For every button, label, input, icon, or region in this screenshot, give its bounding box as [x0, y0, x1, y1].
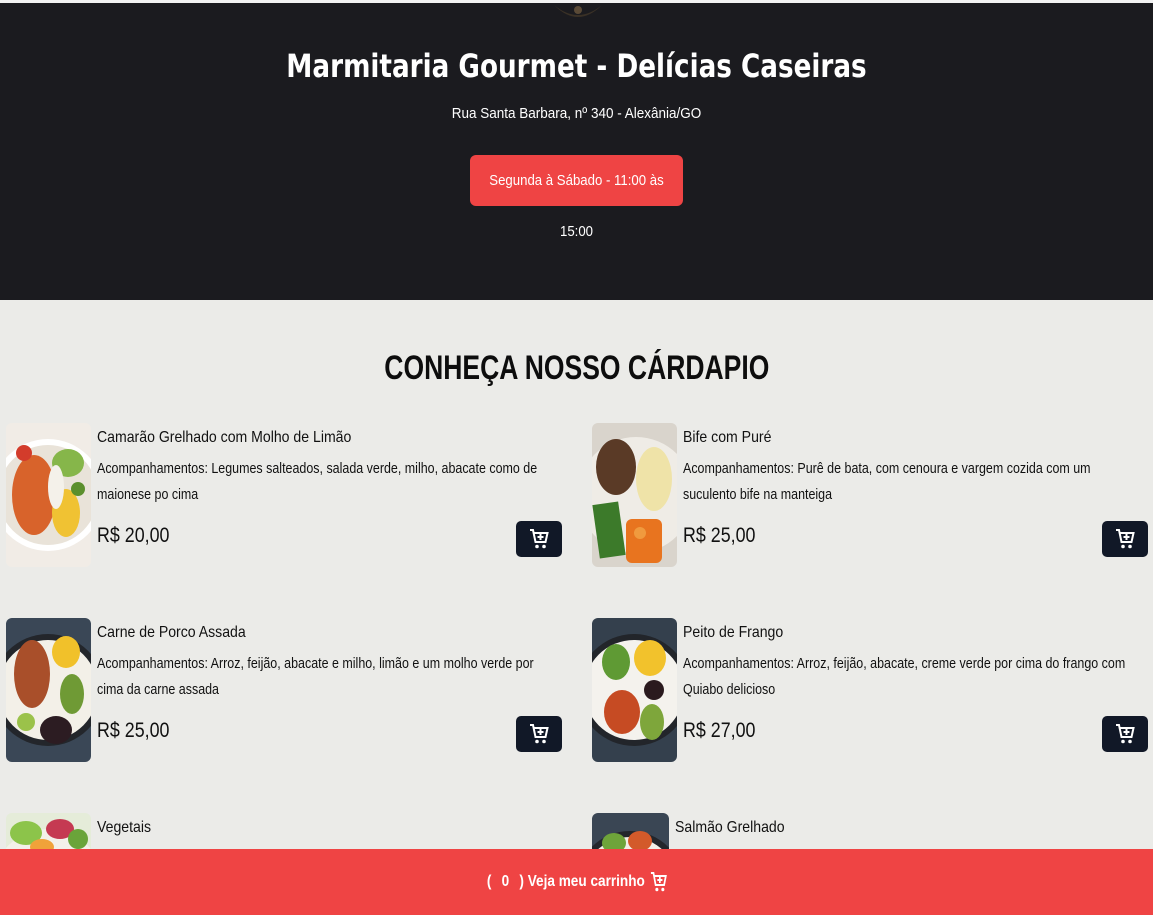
cart-count: 0	[501, 873, 509, 890]
dish-description: Acompanhamentos: Legumes salteados, sala…	[97, 461, 538, 503]
cart-plus-icon	[530, 724, 549, 744]
dish-price: R$ 25,00	[97, 719, 170, 742]
menu-title-text: CONHEÇA NOSSO CÁRDAPIO	[383, 349, 770, 387]
dish-name: Salmão Grelhado	[675, 819, 785, 836]
dish-description: Acompanhamentos: Arroz, feijão, abacate …	[97, 656, 534, 698]
dish-name: Carne de Porco Assada	[97, 624, 246, 641]
add-to-cart-button[interactable]	[516, 521, 562, 557]
dish-image	[592, 423, 677, 567]
dish-description: Acompanhamentos: Arroz, feijão, abacate,…	[683, 656, 1126, 698]
dish-image	[6, 618, 91, 762]
cart-plus-icon	[530, 529, 549, 549]
view-cart-content: ( 0 ) Veja meu carrinho	[486, 871, 667, 893]
cart-plus-icon	[650, 872, 667, 892]
view-cart-label: ) Veja meu carrinho	[518, 873, 645, 890]
menu-item-card: Peito de Frango Acompanhamentos: Arroz, …	[592, 618, 1152, 764]
add-to-cart-button[interactable]	[516, 716, 562, 752]
logo-icon	[554, 5, 602, 17]
dish-price: R$ 20,00	[97, 524, 170, 547]
menu-item-card: Bife com Puré Acompanhamentos: Purê de b…	[592, 423, 1152, 569]
menu-item-card: Carne de Porco Assada Acompanhamentos: A…	[6, 618, 566, 764]
restaurant-address: Rua Santa Barbara, nº 340 - Alexânia/GO	[451, 105, 702, 122]
dish-description: Acompanhamentos: Purê de bata, com cenou…	[683, 461, 1091, 503]
view-cart-button[interactable]: ( 0 ) Veja meu carrinho	[0, 849, 1153, 915]
hero-header: Marmitaria Gourmet - Delícias Caseiras R…	[0, 3, 1153, 300]
dish-name: Vegetais	[97, 819, 152, 836]
cart-open-paren: (	[486, 873, 491, 890]
restaurant-name: Marmitaria Gourmet - Delícias Caseiras	[286, 47, 867, 85]
dish-name: Camarão Grelhado com Molho de Limão	[97, 429, 352, 446]
dish-name: Peito de Frango	[683, 624, 784, 641]
dish-price: R$ 25,00	[683, 524, 756, 547]
opening-hours-badge: Segunda à Sábado - 11:00 às 15:00	[470, 155, 683, 240]
cart-plus-icon	[1116, 529, 1135, 549]
add-to-cart-button[interactable]	[1102, 716, 1148, 752]
menu-section-title: CONHEÇA NOSSO CÁRDAPIO	[0, 349, 1153, 388]
dish-image	[592, 618, 677, 762]
menu-item-card: Camarão Grelhado com Molho de Limão Acom…	[6, 423, 566, 569]
dish-price: R$ 27,00	[683, 719, 756, 742]
dish-image	[6, 423, 91, 567]
dish-name: Bife com Puré	[683, 429, 772, 446]
add-to-cart-button[interactable]	[1102, 521, 1148, 557]
cart-plus-icon	[1116, 724, 1135, 744]
opening-hours-text: Segunda à Sábado - 11:00 às 15:00	[489, 172, 664, 240]
